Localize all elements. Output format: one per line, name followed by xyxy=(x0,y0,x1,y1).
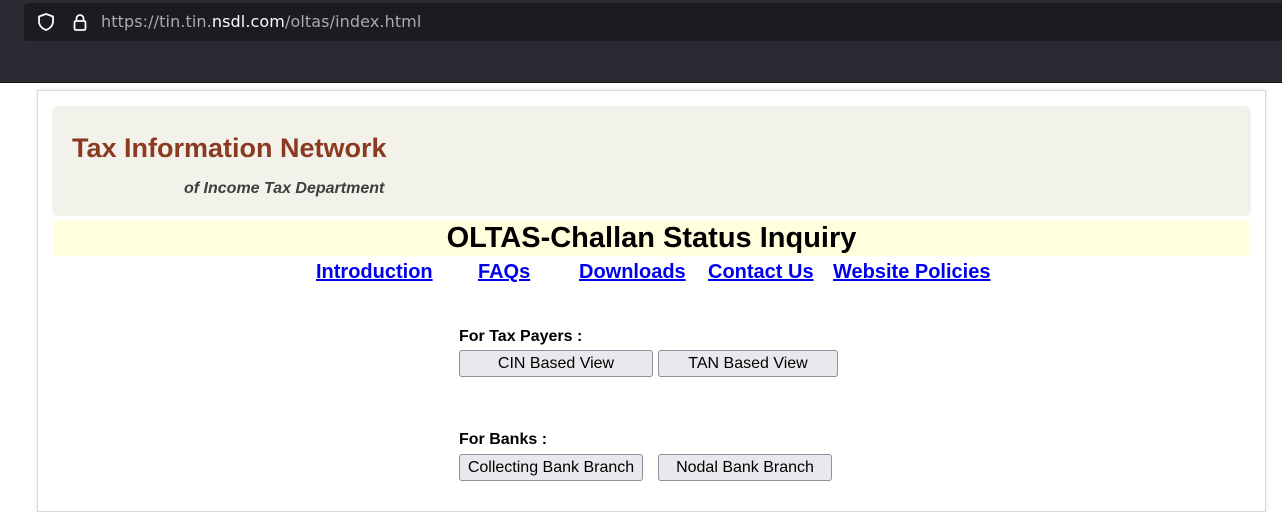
nav-link-introduction[interactable]: Introduction xyxy=(316,261,433,284)
lock-icon[interactable] xyxy=(70,12,90,37)
brand-subtitle: of Income Tax Department xyxy=(184,180,385,197)
title-band: OLTAS-Challan Status Inquiry xyxy=(54,220,1249,256)
nav-link-contact-us[interactable]: Contact Us xyxy=(708,261,814,284)
page-content: Tax Information Network of Income Tax De… xyxy=(37,90,1266,512)
url-domain: nsdl.com xyxy=(211,12,285,31)
cin-based-view-button[interactable]: CIN Based View xyxy=(459,350,653,377)
nodal-bank-branch-button[interactable]: Nodal Bank Branch xyxy=(658,454,832,481)
url-path: /oltas/index.html xyxy=(284,12,422,31)
url-prefix: https://tin.tin. xyxy=(101,12,212,31)
browser-toolbar: https://tin.tin.nsdl.com/oltas/index.htm… xyxy=(0,0,1282,83)
page-title: OLTAS-Challan Status Inquiry xyxy=(446,222,857,254)
collecting-bank-branch-button[interactable]: Collecting Bank Branch xyxy=(459,454,643,481)
nav-link-website-policies[interactable]: Website Policies xyxy=(833,261,990,284)
site-header: Tax Information Network of Income Tax De… xyxy=(52,106,1251,216)
tax-payers-label: For Tax Payers : xyxy=(459,328,583,345)
nav-link-faqs[interactable]: FAQs xyxy=(478,261,530,284)
address-bar[interactable]: https://tin.tin.nsdl.com/oltas/index.htm… xyxy=(24,3,1282,41)
tan-based-view-button[interactable]: TAN Based View xyxy=(658,350,838,377)
nav-link-downloads[interactable]: Downloads xyxy=(579,261,686,284)
url-text[interactable]: https://tin.tin.nsdl.com/oltas/index.htm… xyxy=(101,3,421,41)
shield-icon[interactable] xyxy=(36,12,56,37)
brand-title: Tax Information Network xyxy=(72,133,387,163)
banks-label: For Banks : xyxy=(459,431,548,448)
